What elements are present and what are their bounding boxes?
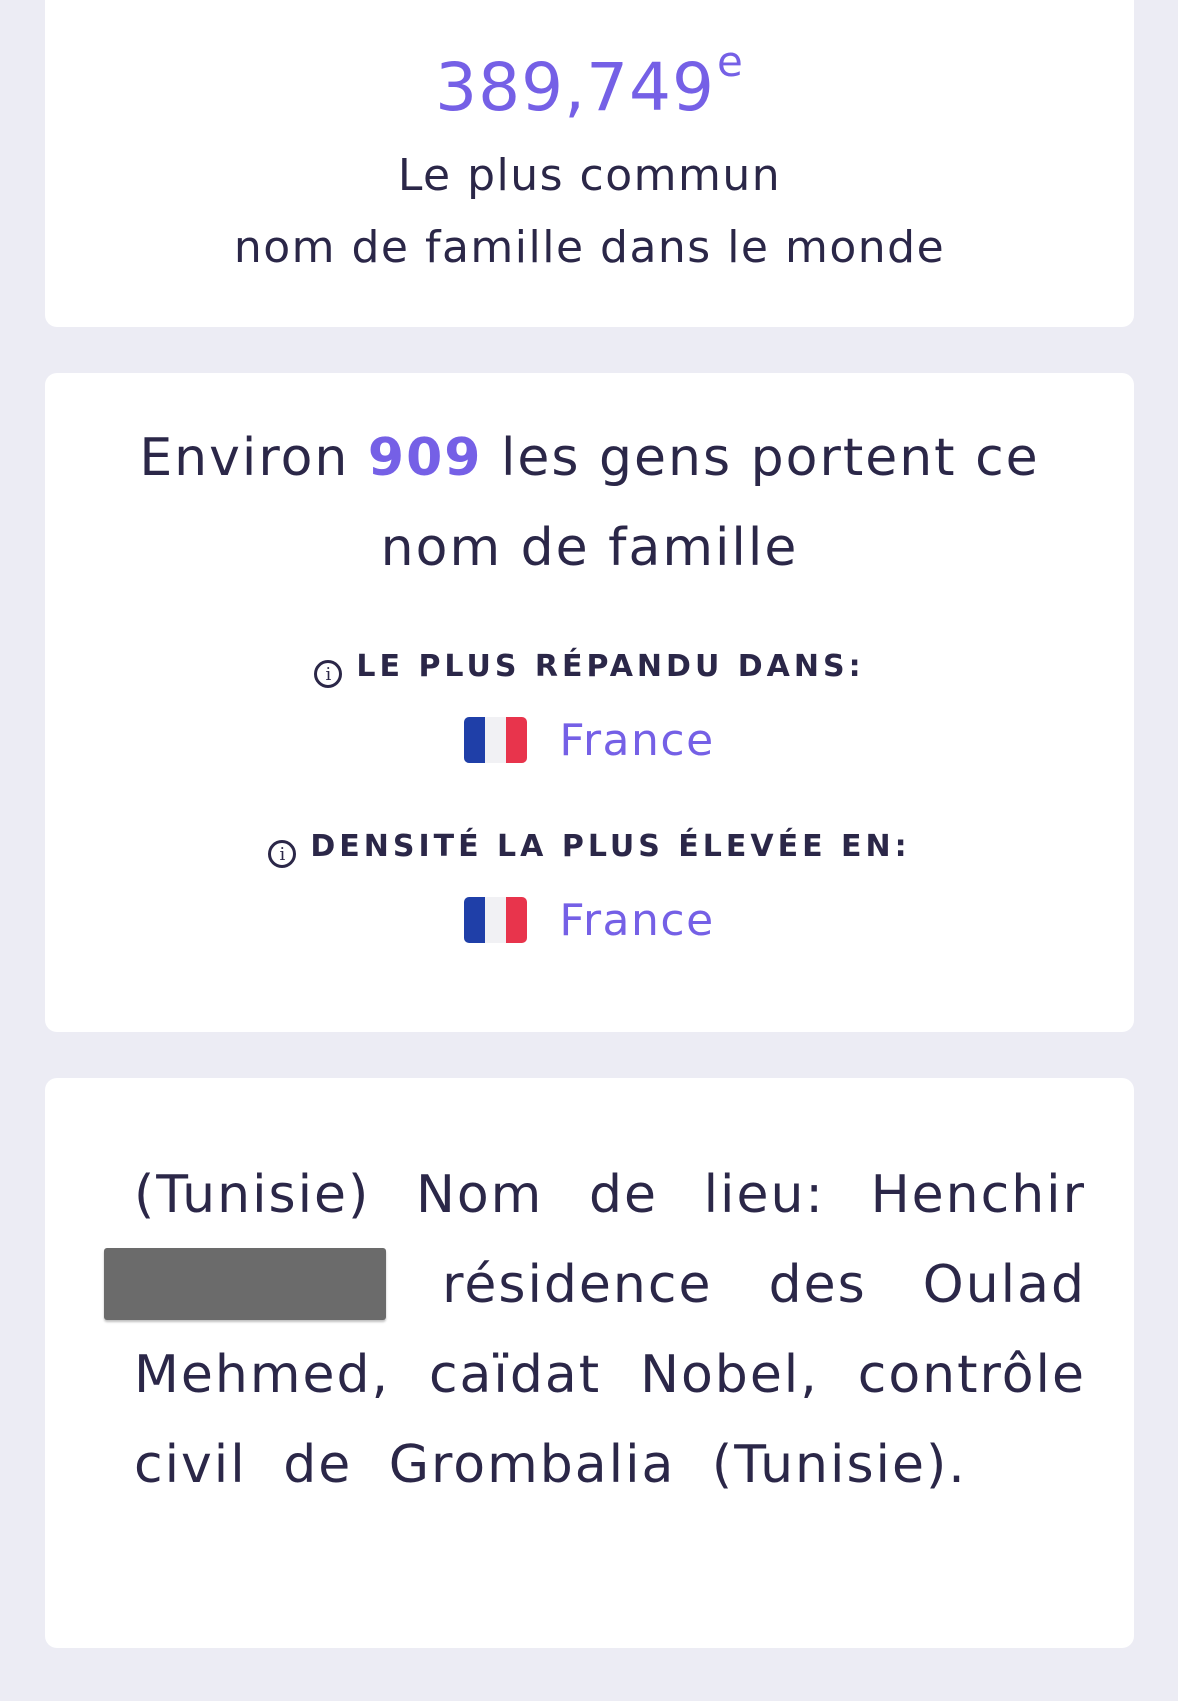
- description-card: (Tunisie) Nom de lieu: Henchir résidence…: [45, 1078, 1134, 1648]
- rank-card: 389,749e Le plus commun nom de famille d…: [45, 0, 1134, 327]
- info-icon[interactable]: i: [314, 660, 343, 688]
- rank-number: 389,749: [435, 49, 716, 126]
- description-part1: (Tunisie) Nom de lieu: Henchir: [134, 1165, 1086, 1225]
- most-common-label: LE PLUS RÉPANDU DANS:: [356, 649, 865, 684]
- description-text: (Tunisie) Nom de lieu: Henchir résidence…: [104, 1150, 1086, 1510]
- rank-caption-line2: nom de famille dans le monde: [233, 222, 946, 273]
- france-flag-icon: [464, 717, 528, 763]
- most-common-heading: i LE PLUS RÉPANDU DANS:: [45, 647, 1134, 688]
- rank-suffix: e: [717, 37, 744, 86]
- rank-caption-line1: Le plus commun: [397, 150, 782, 201]
- density-heading: i DENSITÉ LA PLUS ÉLEVÉE EN:: [45, 827, 1134, 868]
- density-label: DENSITÉ LA PLUS ÉLEVÉE EN:: [310, 829, 911, 864]
- count-card: Environ 909 les gens portent ce nom de f…: [45, 373, 1134, 1032]
- count-sentence: Environ 909 les gens portent ce nom de f…: [75, 413, 1104, 593]
- density-country-row[interactable]: France: [45, 891, 1134, 951]
- info-icon[interactable]: i: [268, 840, 297, 868]
- count-prefix: Environ: [139, 428, 350, 488]
- rank-value: 389,749e: [45, 41, 1134, 128]
- most-common-country-link[interactable]: France: [559, 715, 714, 766]
- france-flag-icon: [464, 897, 528, 943]
- count-number: 909: [367, 428, 483, 488]
- density-country-link[interactable]: France: [559, 895, 714, 946]
- most-common-country-row[interactable]: France: [45, 711, 1134, 771]
- redacted-block: [104, 1248, 386, 1320]
